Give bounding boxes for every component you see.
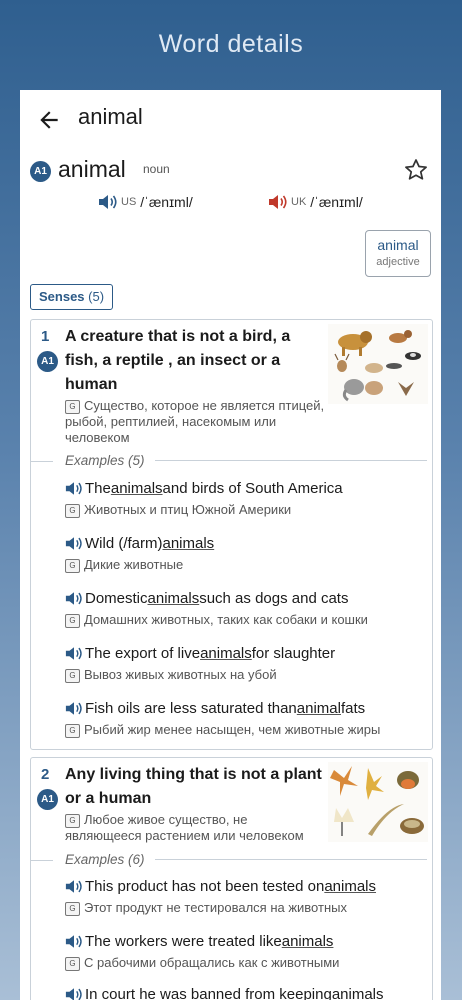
word-details-panel: animal A1 animal noun US /ˈænɪml/ UK /ˈæ… [20, 90, 441, 1000]
example-translation: Вывоз живых животных на убой [84, 667, 277, 682]
examples-count: (6) [128, 852, 145, 867]
example-keyword[interactable]: animals [200, 645, 252, 662]
sense-translation-row: G Существо, которое не является птицей, р… [65, 398, 327, 446]
example-text: The export of live [85, 645, 201, 662]
translate-icon: G [65, 503, 80, 518]
translate-icon: G [65, 613, 80, 628]
example-text: such as dogs and cats [199, 590, 349, 607]
example-keyword[interactable]: animals [111, 480, 163, 497]
example-item: Domestic animals such as dogs and cats G… [65, 590, 425, 628]
translate-icon: G [65, 956, 80, 971]
example-item: The animals and birds of South America G… [65, 480, 425, 518]
related-word: animal [377, 237, 419, 253]
animals-illustration [328, 324, 428, 404]
example-text: This product has not been tested on [85, 878, 325, 895]
example-translation: С рабочими обращались как с животными [84, 955, 340, 970]
speaker-icon[interactable] [268, 194, 288, 210]
examples-label: Examples [65, 852, 125, 867]
example-item: Fish oils are less saturated than animal… [65, 700, 425, 738]
page-title: Word details [158, 30, 304, 58]
example-item: The workers were treated like animals GС… [65, 933, 425, 971]
sense-translation: Любое живое существо, не являющееся раст… [65, 812, 304, 843]
speaker-icon[interactable] [65, 987, 83, 1000]
sense-number: 2 [41, 766, 50, 783]
speaker-icon[interactable] [65, 536, 83, 551]
example-text: Fish oils are less saturated than [85, 700, 297, 717]
example-translation: Рыбий жир менее насыщен, чем животные жи… [84, 722, 381, 737]
pronunciation-us[interactable]: US /ˈænɪml/ [98, 194, 193, 210]
senses-label: Senses [39, 289, 85, 304]
example-item: In court he was banned from keeping anim… [65, 986, 425, 1000]
sense-translation: Существо, которое не является птицей, ры… [65, 398, 325, 445]
translate-icon: G [65, 901, 80, 916]
example-keyword[interactable]: animals [324, 878, 376, 895]
region-us: US [121, 196, 137, 208]
sense-card-1: 1 A1 A creature that is not a bird, a fi… [30, 319, 433, 750]
ipa-us: /ˈænɪml/ [140, 194, 193, 210]
example-text: and birds of South America [162, 480, 343, 497]
related-word-button[interactable]: animal adjective [365, 230, 431, 277]
example-translation: Животных и птиц Южной Америки [84, 502, 292, 517]
example-item: Wild (/farm) animals G Дикие животные [65, 535, 425, 573]
ipa-uk: /ˈænɪml/ [310, 194, 363, 210]
speaker-icon[interactable] [65, 646, 83, 661]
senses-button[interactable]: Senses (5) [30, 284, 114, 310]
example-keyword[interactable]: animals [282, 933, 334, 950]
examples-label: Examples [65, 453, 125, 468]
speaker-icon[interactable] [65, 701, 83, 716]
examples-count: (5) [128, 453, 145, 468]
sense-card-2: 2 A1 Any living thing that is not a plan… [30, 757, 433, 1000]
back-arrow-icon[interactable] [36, 107, 62, 133]
example-item: This product has not been tested on anim… [65, 878, 425, 916]
sense-translation-row: G Любое живое существо, не являющееся рас… [65, 812, 327, 844]
example-keyword[interactable]: animals [163, 535, 215, 552]
level-badge: A1 [37, 789, 58, 810]
region-uk: UK [291, 196, 307, 208]
example-text: The workers were treated like [85, 933, 282, 950]
example-translation: Домашних животных, таких как собаки и ко… [84, 612, 368, 627]
example-text: The [85, 480, 111, 497]
level-badge: A1 [37, 351, 58, 372]
senses-count: (5) [88, 289, 105, 304]
related-pos: adjective [376, 256, 420, 268]
favorite-star-icon[interactable] [403, 157, 429, 183]
headword: animal [58, 156, 126, 182]
translate-icon: G [65, 558, 80, 573]
sense-definition: A creature that is not a bird, a fish, a… [65, 328, 291, 393]
animals-illustration [328, 762, 428, 842]
examples-header: Examples (6) [65, 852, 427, 867]
pronunciation-uk[interactable]: UK /ˈænɪml/ [268, 194, 363, 210]
speaker-icon[interactable] [65, 934, 83, 949]
example-keyword[interactable]: animals [332, 986, 384, 1000]
sense-number: 1 [41, 328, 50, 345]
example-item: The export of live animals for slaughter… [65, 645, 425, 683]
translate-icon: G [65, 399, 80, 414]
example-text: In court he was banned from keeping [85, 986, 332, 1000]
level-badge: A1 [30, 161, 51, 182]
example-text: Wild (/farm) [85, 535, 163, 552]
part-of-speech: noun [143, 162, 170, 176]
search-word: animal [78, 104, 143, 129]
example-text: for slaughter [251, 645, 336, 662]
speaker-icon[interactable] [65, 879, 83, 894]
speaker-icon[interactable] [65, 481, 83, 496]
sense-definition: Any living thing that is not a plant or … [65, 766, 322, 807]
example-translation: Дикие животные [84, 557, 184, 572]
speaker-icon[interactable] [65, 591, 83, 606]
example-keyword[interactable]: animal [297, 700, 341, 717]
speaker-icon[interactable] [98, 194, 118, 210]
translate-icon: G [65, 813, 80, 828]
example-keyword[interactable]: animals [148, 590, 200, 607]
translate-icon: G [65, 723, 80, 738]
example-text: Domestic [85, 590, 148, 607]
translate-icon: G [65, 668, 80, 683]
example-text: fats [340, 700, 366, 717]
example-translation: Этот продукт не тестировался на животных [84, 900, 347, 915]
examples-header: Examples (5) [65, 453, 427, 468]
